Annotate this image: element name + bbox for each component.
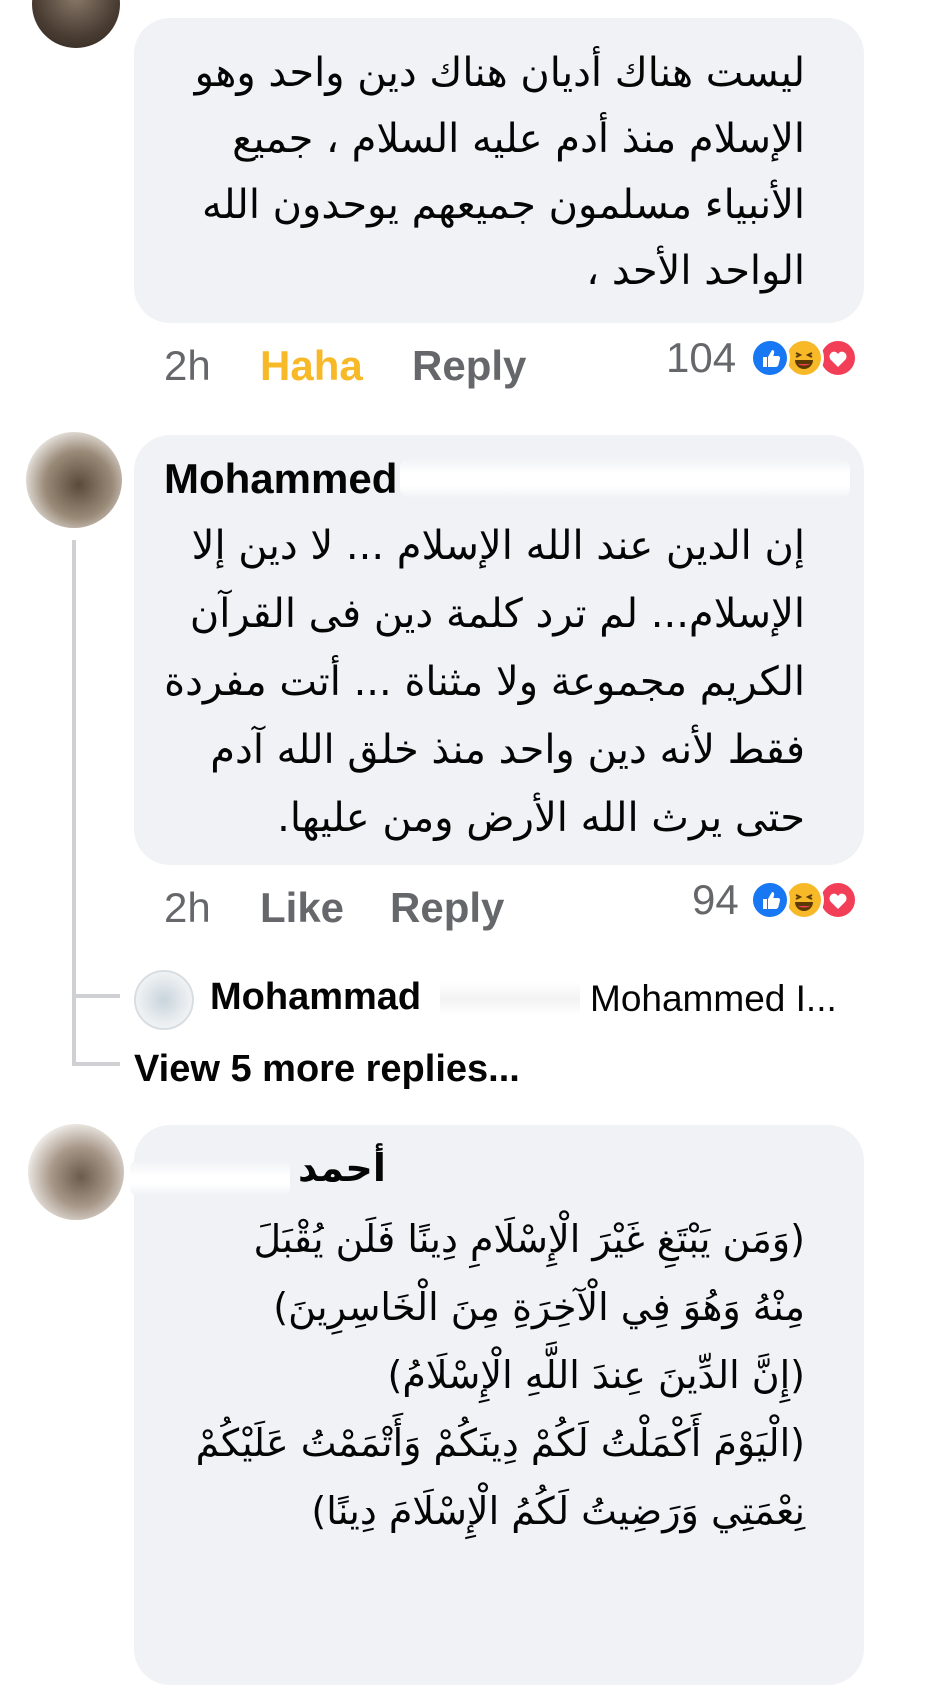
comment-line: إن الدين عند الله الإسلام ... لا دين إلا: [191, 523, 805, 569]
like-icon: [750, 880, 790, 920]
avatar[interactable]: [26, 432, 122, 528]
reply-button[interactable]: Reply: [412, 342, 526, 390]
comment-author[interactable]: Mohammed: [164, 455, 397, 503]
comment-line: (وَمَن يَبْتَغِ غَيْرَ الْإِسْلَامِ دِين…: [253, 1217, 805, 1261]
reply-author[interactable]: Mohammad: [210, 976, 421, 1019]
comment-line: نِعْمَتِي وَرَضِيتُ لَكُمُ الْإِسْلَامَ …: [311, 1489, 805, 1533]
avatar[interactable]: [134, 970, 194, 1030]
reply-button[interactable]: Reply: [390, 884, 504, 932]
timestamp[interactable]: 2h: [164, 342, 211, 390]
like-icon: [750, 338, 790, 378]
reply-snippet[interactable]: Mohammed I...: [590, 978, 837, 1020]
love-icon: [818, 880, 858, 920]
timestamp[interactable]: 2h: [164, 884, 211, 932]
redaction: [130, 1160, 290, 1196]
thread-branch: [72, 994, 120, 998]
avatar[interactable]: [28, 1124, 124, 1220]
love-icon: [818, 338, 858, 378]
comment-author[interactable]: أحمد: [298, 1146, 386, 1190]
haha-icon: [784, 880, 824, 920]
comment-line: حتى يرث الله الأرض ومن عليها.: [277, 795, 805, 841]
view-more-replies-link[interactable]: View 5 more replies...: [134, 1048, 520, 1091]
like-button[interactable]: Like: [260, 884, 344, 932]
haha-icon: [784, 338, 824, 378]
comment-line: الكريم مجموعة ولا مثناة ... أتت مفردة: [164, 659, 805, 705]
comment-line: (إِنَّ الدِّينَ عِندَ اللَّهِ الْإِسْلَا…: [387, 1353, 805, 1397]
comment-line: الإسلام... لم ترد كلمة دين فى القرآن: [189, 591, 805, 637]
redaction: [440, 982, 580, 1016]
comment-line: ليست هناك أديان هناك دين واحد وهو: [194, 50, 805, 96]
thread-branch: [72, 1062, 120, 1066]
avatar[interactable]: [32, 0, 120, 48]
comment-line: الواحد الأحد ،: [586, 248, 805, 294]
comment-line: (الْيَوْمَ أَكْمَلْتُ لَكُمْ دِينَكُمْ و…: [195, 1421, 805, 1465]
comment-text: (وَمَن يَبْتَغِ غَيْرَ الْإِسْلَامِ دِين…: [196, 1205, 805, 1545]
comment-line: فقط لأنه دين واحد منذ خلق الله آدم: [210, 727, 805, 773]
redaction: [400, 458, 850, 498]
comment-text: إن الدين عند الله الإسلام ... لا دين إلا…: [164, 512, 805, 852]
thread-line: [72, 540, 76, 1065]
haha-reaction-button[interactable]: Haha: [260, 342, 363, 390]
reaction-count[interactable]: 94: [692, 876, 739, 924]
comment-line: الأنبياء مسلمون جميعهم يوحدون الله: [201, 182, 805, 228]
comment-text: ليست هناك أديان هناك دين واحد وهو الإسلا…: [195, 40, 805, 304]
reaction-count[interactable]: 104: [666, 334, 736, 382]
comment-line: مِنْهُ وَهُوَ فِي الْآخِرَةِ مِنَ الْخَا…: [273, 1285, 805, 1329]
comment-line: الإسلام منذ أدم عليه السلام ، جميع: [232, 116, 805, 162]
